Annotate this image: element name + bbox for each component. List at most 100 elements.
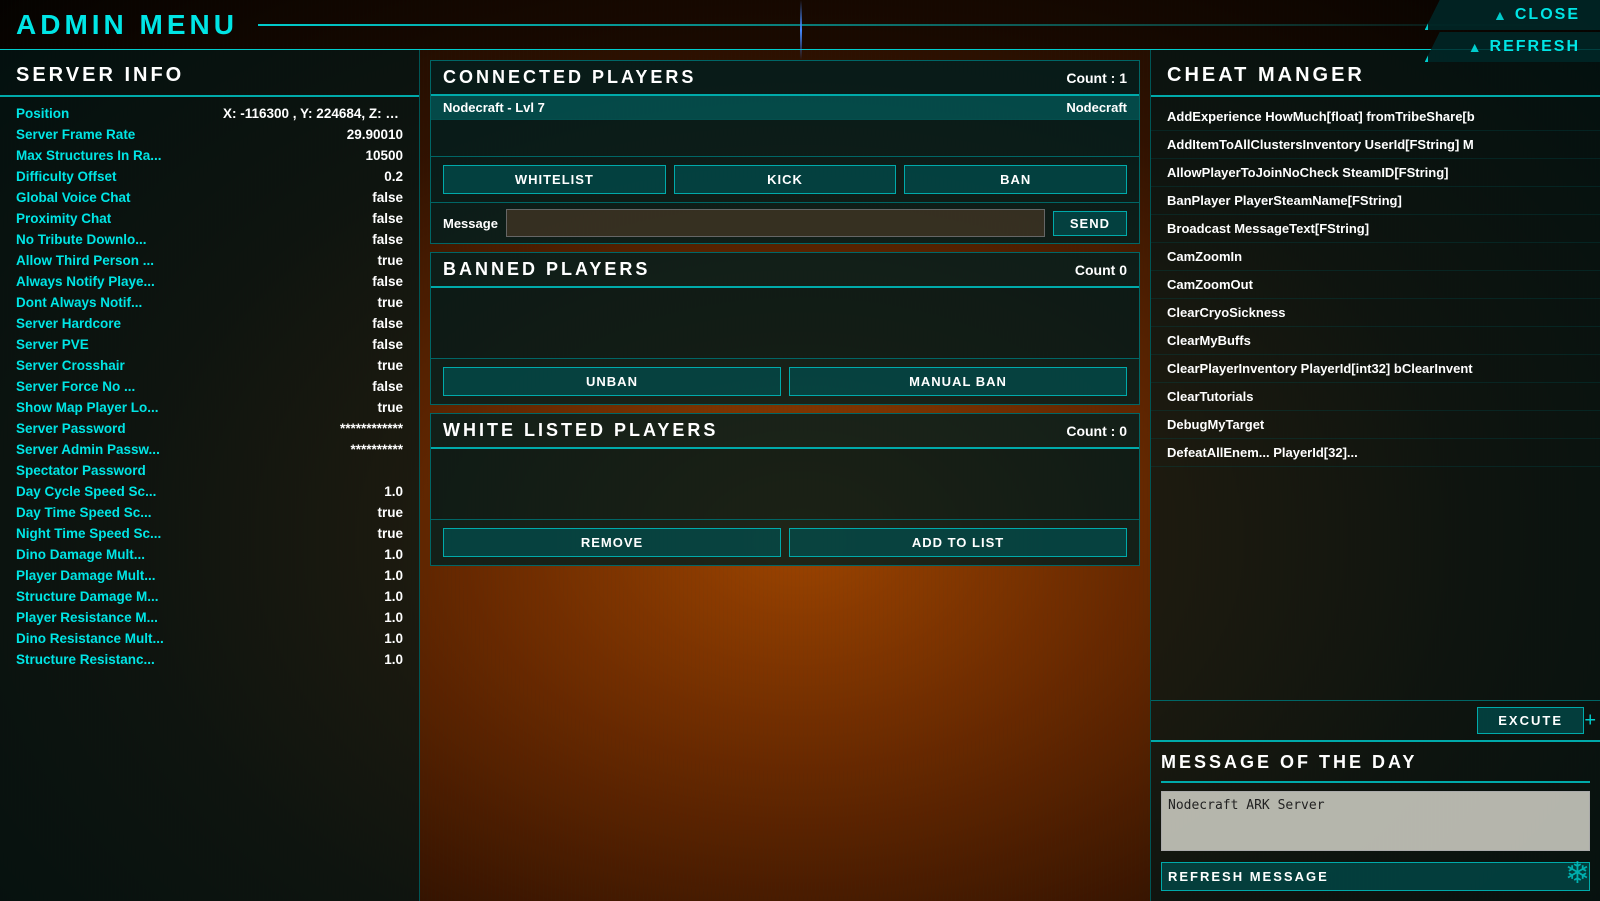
close-arrow-icon: ▲ — [1493, 7, 1507, 23]
server-info-row: Day Cycle Speed Sc...1.0 — [0, 481, 419, 502]
server-info-row: Server Frame Rate29.90010 — [0, 124, 419, 145]
connected-players-header: CONNECTED PLAYERS Count : 1 — [431, 61, 1139, 96]
banned-players-list — [431, 288, 1139, 358]
connected-players-count: Count : 1 — [1066, 70, 1127, 86]
server-info-row: Global Voice Chat false — [0, 187, 419, 208]
whitelist-header: WHITE LISTED PLAYERS Count : 0 — [431, 414, 1139, 449]
main-columns: SERVER INFO Position X: -116300 , Y: 2246… — [0, 50, 1600, 901]
server-info-label: Server Admin Passw... — [16, 442, 160, 457]
refresh-label: REFRESH — [1490, 38, 1580, 56]
message-input[interactable] — [506, 209, 1045, 237]
whitelist-buttons: REMOVE ADD TO LIST — [431, 519, 1139, 565]
cheat-command-item[interactable]: BanPlayer PlayerSteamName[FString] — [1151, 187, 1600, 215]
motd-textarea[interactable] — [1161, 791, 1590, 851]
cheat-command-item[interactable]: ClearTutorials — [1151, 383, 1600, 411]
connected-players-panel: CONNECTED PLAYERS Count : 1 Nodecraft - … — [430, 60, 1140, 244]
server-info-label: No Tribute Downlo... — [16, 232, 147, 247]
server-info-label: Server Frame Rate — [16, 127, 135, 142]
close-button[interactable]: ▲ CLOSE — [1425, 0, 1600, 30]
server-info-row: No Tribute Downlo...false — [0, 229, 419, 250]
close-label: CLOSE — [1515, 6, 1580, 24]
cheat-command-item[interactable]: DebugMyTarget — [1151, 411, 1600, 439]
player-tribe: Nodecraft — [1066, 100, 1127, 115]
remove-button[interactable]: REMOVE — [443, 528, 781, 557]
banned-players-title: BANNED PLAYERS — [443, 259, 650, 280]
server-info-row: Dino Resistance Mult... 1.0 — [0, 628, 419, 649]
server-info-value: 1.0 — [384, 631, 403, 646]
unban-button[interactable]: UNBAN — [443, 367, 781, 396]
header-divider — [258, 24, 1584, 26]
server-info-row: Server Admin Passw...********** — [0, 439, 419, 460]
server-info-row: Show Map Player Lo...true — [0, 397, 419, 418]
server-info-value: false — [372, 274, 403, 289]
server-info-label: Proximity Chat — [16, 211, 111, 226]
player-name: Nodecraft - Lvl 7 — [443, 100, 545, 115]
cheat-command-item[interactable]: CamZoomIn — [1151, 243, 1600, 271]
snowflake-icon: ❄ — [1565, 856, 1590, 891]
server-info-value: true — [377, 295, 403, 310]
server-info-row: Server Crosshairtrue — [0, 355, 419, 376]
server-info-label: Dont Always Notif... — [16, 295, 142, 310]
cheat-command-item[interactable]: ClearCryoSickness — [1151, 299, 1600, 327]
message-label: Message — [443, 216, 498, 231]
middle-column: CONNECTED PLAYERS Count : 1 Nodecraft - … — [420, 50, 1150, 901]
server-info-value: 10500 — [365, 148, 403, 163]
whitelist-button[interactable]: WHITELIST — [443, 165, 666, 194]
refresh-button[interactable]: ▲ REFRESH — [1425, 32, 1600, 62]
execute-row: EXCUTE + — [1151, 700, 1600, 740]
connected-players-title: CONNECTED PLAYERS — [443, 67, 696, 88]
server-info-label: Structure Damage M... — [16, 589, 159, 604]
connected-players-list: Nodecraft - Lvl 7 Nodecraft — [431, 96, 1139, 156]
cheat-command-item[interactable]: ClearMyBuffs — [1151, 327, 1600, 355]
cheat-command-item[interactable]: AllowPlayerToJoinNoCheck SteamID[FString… — [1151, 159, 1600, 187]
server-info-label: Night Time Speed Sc... — [16, 526, 161, 541]
server-info-label: Global Voice Chat — [16, 190, 131, 205]
cheat-command-item[interactable]: AddItemToAllClustersInventory UserId[FSt… — [1151, 131, 1600, 159]
banned-players-buttons: UNBAN Manual Ban — [431, 358, 1139, 404]
send-button[interactable]: SEND — [1053, 211, 1127, 236]
ban-button[interactable]: BAN — [904, 165, 1127, 194]
server-info-row: Difficulty Offset0.2 — [0, 166, 419, 187]
server-info-value: 1.0 — [384, 484, 403, 499]
whitelist-count: Count : 0 — [1066, 423, 1127, 439]
server-info-title: SERVER INFO — [0, 60, 419, 97]
cheat-command-item[interactable]: DefeatAllEnem... PlayerId[32]... — [1151, 439, 1600, 467]
server-info-row: Allow Third Person ...true — [0, 250, 419, 271]
cheat-command-item[interactable]: ClearPlayerInventory PlayerId[int32] bCl… — [1151, 355, 1600, 383]
server-info-value: false — [372, 337, 403, 352]
server-info-value: true — [377, 505, 403, 520]
top-buttons: ▲ CLOSE ▲ REFRESH — [1425, 0, 1600, 64]
cheat-command-item[interactable]: CamZoomOut — [1151, 271, 1600, 299]
server-info-value: true — [377, 526, 403, 541]
banned-players-count: Count 0 — [1075, 262, 1127, 278]
server-info-row: Max Structures In Ra... 10500 — [0, 145, 419, 166]
server-info-label: Player Resistance M... — [16, 610, 158, 625]
kick-button[interactable]: KICK — [674, 165, 897, 194]
server-info-value: false — [372, 211, 403, 226]
server-info-value: ************ — [340, 421, 403, 436]
manual-ban-button[interactable]: Manual Ban — [789, 367, 1127, 396]
server-info-row: Dino Damage Mult...1.0 — [0, 544, 419, 565]
server-info-label: Max Structures In Ra... — [16, 148, 162, 163]
server-info-value: false — [372, 190, 403, 205]
execute-button[interactable]: EXCUTE — [1477, 707, 1584, 734]
server-info-value: X: -116300 , Y: 224684, Z: -1418 — [223, 106, 403, 121]
cheat-command-item[interactable]: AddExperience HowMuch[float] fromTribeSh… — [1151, 103, 1600, 131]
server-info-row: Day Time Speed Sc...true — [0, 502, 419, 523]
plus-icon[interactable]: + — [1584, 709, 1596, 732]
message-row: Message SEND — [431, 202, 1139, 243]
server-info-row: Server Password************ — [0, 418, 419, 439]
add-to-list-button[interactable]: ADD TO LIST — [789, 528, 1127, 557]
server-info-label: Position — [16, 106, 69, 121]
server-info-label: Server Hardcore — [16, 316, 121, 331]
cheat-manager-title: CHEAT MANGER — [1151, 60, 1600, 97]
server-info-label: Dino Resistance Mult... — [16, 631, 164, 646]
player-row[interactable]: Nodecraft - Lvl 7 Nodecraft — [431, 96, 1139, 120]
server-info-value: true — [377, 400, 403, 415]
motd-refresh-button[interactable]: REFRESH MESSAGE — [1161, 862, 1590, 891]
cheat-command-item[interactable]: Broadcast MessageText[FString] — [1151, 215, 1600, 243]
server-info-label: Always Notify Playe... — [16, 274, 155, 289]
header: ADMIN MENU — [0, 0, 1600, 50]
server-info-label: Structure Resistanc... — [16, 652, 155, 667]
connected-players-buttons: WHITELIST KICK BAN — [431, 156, 1139, 202]
